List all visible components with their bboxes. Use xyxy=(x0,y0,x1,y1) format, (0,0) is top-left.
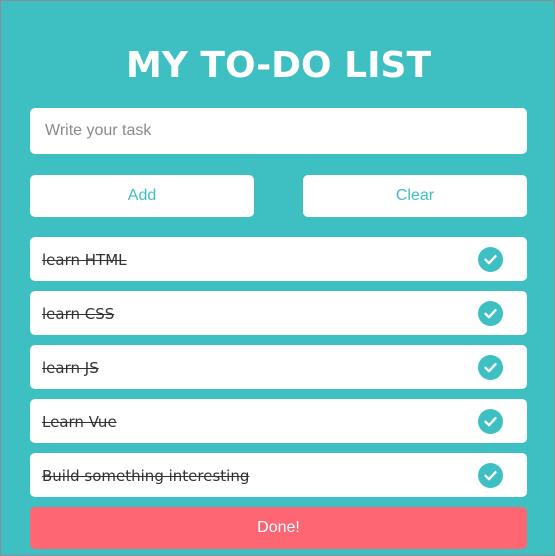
task-input[interactable] xyxy=(30,108,527,154)
task-text: learn JS xyxy=(42,359,99,377)
task-text: learn CSS xyxy=(42,305,115,323)
task-text: learn HTML xyxy=(42,251,127,269)
app-container: MY TO-DO LIST Add Clear learn HTML learn… xyxy=(0,0,555,556)
check-circle-icon[interactable] xyxy=(478,301,503,326)
clear-button[interactable]: Clear xyxy=(303,175,527,217)
task-item[interactable]: Build something interesting xyxy=(30,453,527,497)
check-circle-icon[interactable] xyxy=(478,355,503,380)
task-item[interactable]: Learn Vue xyxy=(30,399,527,443)
task-item[interactable]: learn JS xyxy=(30,345,527,389)
task-text: Build something interesting xyxy=(42,467,250,485)
check-circle-icon[interactable] xyxy=(478,247,503,272)
done-button[interactable]: Done! xyxy=(30,507,527,549)
check-circle-icon[interactable] xyxy=(478,463,503,488)
task-list: learn HTML learn CSS learn JS Learn Vue … xyxy=(30,237,527,507)
page-title: MY TO-DO LIST xyxy=(125,45,432,86)
add-button[interactable]: Add xyxy=(30,175,254,217)
task-item[interactable]: learn CSS xyxy=(30,291,527,335)
task-item[interactable]: learn HTML xyxy=(30,237,527,281)
check-circle-icon[interactable] xyxy=(478,409,503,434)
task-text: Learn Vue xyxy=(42,413,117,431)
